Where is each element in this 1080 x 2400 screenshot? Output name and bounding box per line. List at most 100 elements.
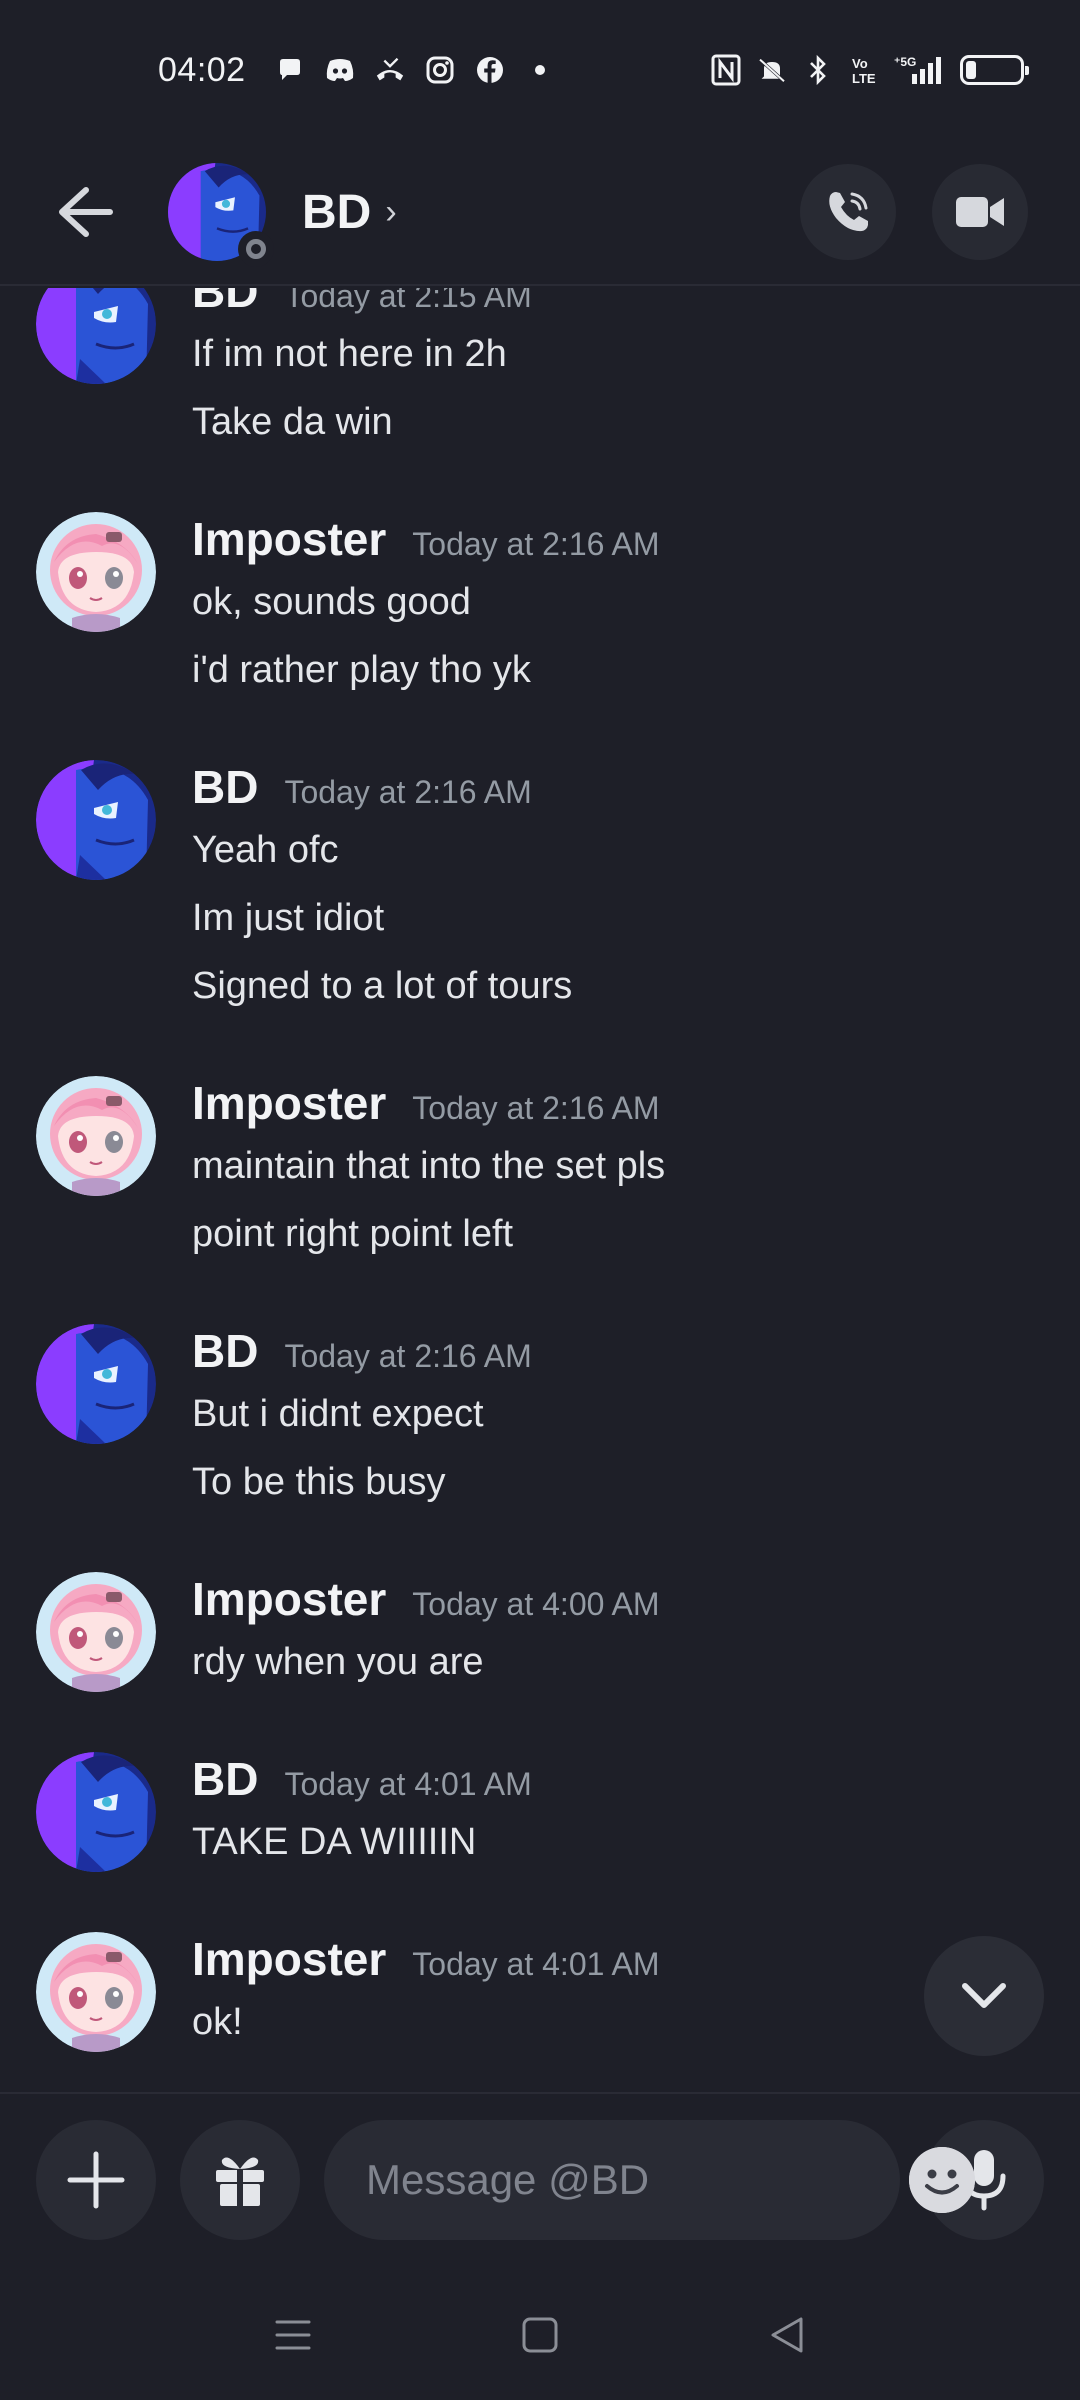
message-content: Imposter Today at 4:00 AM rdy when you are	[192, 1572, 1032, 1696]
message-text[interactable]: rdy when you are	[192, 1628, 1032, 1696]
message-content: Imposter Today at 2:16 AM maintain that in…	[192, 1076, 1032, 1268]
home-button[interactable]	[510, 2305, 570, 2365]
volte-icon: Vo LTE	[848, 54, 880, 86]
notification-icons	[274, 54, 556, 86]
system-nav-bar	[0, 2280, 1080, 2390]
emoji-button[interactable]	[909, 2147, 975, 2213]
chat-bubble-icon	[274, 54, 306, 86]
message-timestamp: Today at 4:01 AM	[412, 1946, 660, 1982]
svg-text:LTE: LTE	[852, 71, 876, 86]
message-timestamp: Today at 2:16 AM	[412, 1090, 660, 1126]
system-icons: Vo LTE ⁺5G	[710, 54, 1029, 86]
message-text[interactable]: Signed to a lot of tours	[192, 952, 1032, 1020]
message-input-box[interactable]	[324, 2120, 975, 2240]
contact-avatar[interactable]	[168, 163, 274, 267]
chevron-down-icon	[962, 1983, 1006, 2008]
chat-header: BD ›	[0, 140, 1080, 286]
avatar-bd-image	[36, 1324, 156, 1444]
message-avatar[interactable]	[36, 512, 156, 632]
gift-button[interactable]	[180, 2120, 300, 2240]
scroll-to-bottom-button[interactable]	[924, 1936, 1044, 2056]
message-author[interactable]: BD	[192, 760, 258, 814]
message-timestamp: Today at 4:01 AM	[284, 1766, 532, 1802]
avatar-bd-image	[36, 760, 156, 880]
message-author[interactable]: Imposter	[192, 1932, 386, 1986]
message-timestamp: Today at 2:16 AM	[412, 526, 660, 562]
status-time: 04:02	[158, 50, 246, 89]
message-author[interactable]: Imposter	[192, 512, 386, 566]
message-header: Imposter Today at 4:01 AM	[192, 1932, 1032, 1988]
message-timestamp: Today at 2:15 AM	[284, 288, 532, 314]
vibrate-off-icon	[756, 54, 788, 86]
avatar-imposter-image	[36, 1932, 156, 2052]
message-text[interactable]: ok!	[192, 1988, 1032, 2056]
add-attachment-button[interactable]	[36, 2120, 156, 2240]
back-nav-button[interactable]	[757, 2305, 817, 2365]
plus-icon	[67, 2151, 125, 2209]
triangle-back-icon	[771, 2317, 803, 2353]
message-avatar[interactable]	[36, 760, 156, 880]
message-author[interactable]: BD	[192, 288, 258, 318]
message-text[interactable]: But i didnt expect	[192, 1380, 1032, 1448]
message-header: Imposter Today at 4:00 AM	[192, 1572, 1032, 1628]
smiley-face-icon	[909, 2147, 975, 2213]
message-timestamp: Today at 2:16 AM	[284, 1338, 532, 1374]
video-call-button[interactable]	[932, 164, 1028, 260]
message-author[interactable]: BD	[192, 1324, 258, 1378]
message-avatar[interactable]	[36, 1076, 156, 1196]
discord-icon	[324, 54, 356, 86]
phone-icon	[829, 192, 868, 232]
message-text[interactable]: maintain that into the set pls	[192, 1132, 1032, 1200]
message-avatar[interactable]	[36, 1324, 156, 1444]
message-author[interactable]: Imposter	[192, 1076, 386, 1130]
avatar-bd-image	[36, 288, 156, 384]
message-text[interactable]: Yeah ofc	[192, 816, 1032, 884]
message-timestamp: Today at 2:16 AM	[284, 774, 532, 810]
dot-icon	[524, 54, 556, 86]
gift-icon	[216, 2157, 264, 2206]
message-header: Imposter Today at 2:16 AM	[192, 1076, 1032, 1132]
message-text[interactable]: Take da win	[192, 388, 1032, 456]
message-text[interactable]: TAKE DA WIIIIIN	[192, 1808, 1032, 1876]
message-author[interactable]: Imposter	[192, 1572, 386, 1626]
message-input[interactable]	[364, 2155, 909, 2205]
missed-call-icon	[374, 54, 406, 86]
message-author[interactable]: BD	[192, 1752, 258, 1806]
message-text[interactable]: ok, sounds good	[192, 568, 1032, 636]
composer-divider	[0, 2092, 1080, 2094]
message-avatar[interactable]	[36, 288, 156, 384]
avatar-bd-image	[36, 1752, 156, 1872]
message-header: BD Today at 2:16 AM	[192, 760, 1032, 816]
message-list[interactable]: BD Today at 2:15 AM If im not here in 2h Ta…	[0, 288, 1080, 2090]
message-composer	[36, 2120, 1044, 2240]
video-camera-icon	[956, 197, 1004, 227]
message-avatar[interactable]	[36, 1752, 156, 1872]
avatar-imposter-image	[36, 1076, 156, 1196]
signal-5g-icon: ⁺5G	[894, 54, 946, 86]
message-text[interactable]: To be this busy	[192, 1448, 1032, 1516]
arrow-left-icon	[59, 187, 113, 237]
message-text[interactable]: i'd rather play tho yk	[192, 636, 1032, 704]
instagram-icon	[424, 54, 456, 86]
message-text[interactable]: If im not here in 2h	[192, 320, 1032, 388]
contact-name[interactable]: BD	[302, 185, 371, 240]
message-header: Imposter Today at 2:16 AM	[192, 512, 1032, 568]
message-timestamp: Today at 4:00 AM	[412, 1586, 660, 1622]
message-text[interactable]: point right point left	[192, 1200, 1032, 1268]
status-bar: 04:02 Vo LTE ⁺5G	[0, 0, 1080, 140]
message-header: BD Today at 4:01 AM	[192, 1752, 1032, 1808]
status-indicator	[238, 231, 274, 267]
message-avatar[interactable]	[36, 1932, 156, 2052]
back-button[interactable]	[50, 177, 120, 247]
chevron-right-icon[interactable]: ›	[385, 193, 396, 232]
recent-apps-button[interactable]	[263, 2305, 323, 2365]
square-icon	[522, 2317, 558, 2353]
message-content: BD Today at 2:16 AM But i didnt expect To b…	[192, 1324, 1032, 1516]
message-avatar[interactable]	[36, 1572, 156, 1692]
battery-icon	[960, 55, 1029, 85]
message-text[interactable]: Im just idiot	[192, 884, 1032, 952]
avatar-imposter-image	[36, 512, 156, 632]
message-content: BD Today at 2:15 AM If im not here in 2h Ta…	[192, 288, 1032, 456]
nfc-icon	[710, 54, 742, 86]
voice-call-button[interactable]	[800, 164, 896, 260]
